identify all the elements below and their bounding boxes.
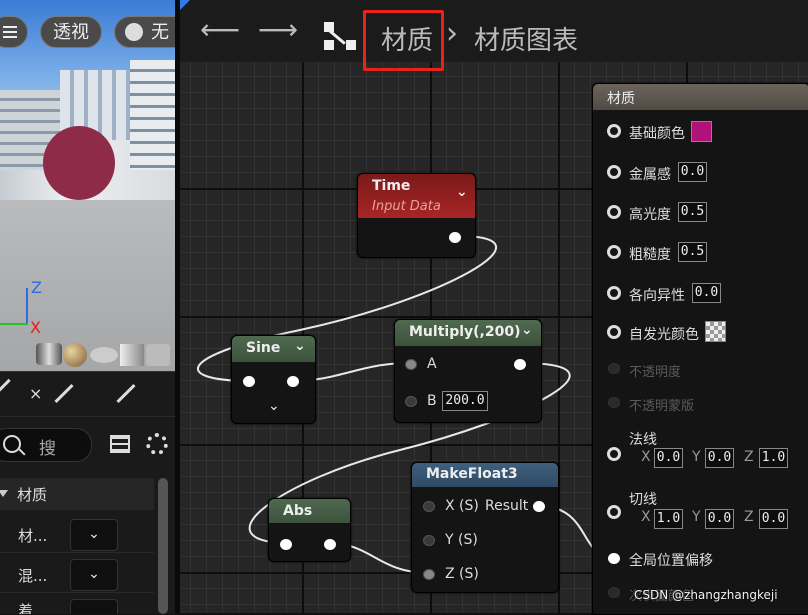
wpo-input-pin[interactable]	[608, 553, 620, 564]
normal-y-label: Y	[692, 449, 701, 465]
input-pin-y[interactable]	[423, 535, 435, 546]
chevron-down-icon[interactable]: ⌄	[521, 322, 533, 338]
input-pin[interactable]	[607, 124, 621, 138]
time-node-title: Time	[372, 178, 411, 194]
metallic-label: 金属感	[629, 167, 671, 183]
input-pin[interactable]	[607, 325, 621, 339]
pin-b-label: B	[427, 393, 437, 409]
output-pin[interactable]	[324, 539, 336, 550]
wpo-label: 全局位置偏移	[629, 553, 713, 569]
output-pin[interactable]	[287, 376, 299, 387]
pin-a-label: A	[427, 356, 437, 372]
pin-result-label: Result	[485, 498, 529, 514]
output-pin[interactable]	[449, 232, 461, 243]
makefloat3-node-title: MakeFloat3	[426, 466, 518, 482]
chevron-down-icon[interactable]: ⌄	[456, 184, 468, 200]
abs-node[interactable]: Abs	[268, 498, 351, 562]
result-output-pin[interactable]	[533, 501, 545, 512]
makefloat3-node-header: MakeFloat3	[412, 463, 558, 487]
base-color-swatch[interactable]	[691, 121, 712, 142]
input-pin[interactable]	[607, 505, 621, 519]
pin-z-label: Z (S)	[445, 566, 479, 582]
opacity-mask-label: 不透明蒙版	[629, 399, 695, 414]
abs-node-title: Abs	[283, 503, 313, 519]
time-node[interactable]: Time Input Data ⌄	[357, 173, 476, 258]
watermark: CSDN @zhangzhangkeji	[634, 588, 778, 602]
normal-z-value[interactable]: 1.0	[759, 448, 788, 468]
chevron-down-icon[interactable]: ⌄	[294, 338, 306, 354]
makefloat3-node[interactable]: MakeFloat3 X (S) Result Y (S) Z (S)	[411, 462, 559, 593]
tangent-label: 切线	[629, 492, 657, 508]
output-pin[interactable]	[514, 359, 526, 370]
sine-node-header: Sine ⌄	[232, 336, 315, 362]
input-pin-x[interactable]	[423, 501, 435, 512]
roughness-value[interactable]: 0.5	[678, 242, 707, 262]
input-pin[interactable]	[280, 539, 292, 550]
tangent-z-label: Z	[744, 509, 754, 525]
input-pin[interactable]	[607, 205, 621, 219]
anisotropy-label: 各向异性	[629, 288, 685, 304]
input-pin-b[interactable]	[405, 396, 417, 407]
specular-label: 高光度	[629, 207, 671, 223]
anisotropy-value[interactable]: 0.0	[692, 283, 721, 303]
pin-x-label: X (S)	[445, 498, 479, 514]
normal-z-label: Z	[744, 449, 754, 465]
normal-x-label: X	[641, 449, 651, 465]
metallic-value[interactable]: 0.0	[678, 162, 707, 182]
input-pin-z[interactable]	[423, 569, 435, 580]
time-node-header: Time Input Data ⌄	[358, 174, 475, 218]
sine-node[interactable]: Sine ⌄ ⌄	[231, 335, 316, 424]
multiply-node[interactable]: Multiply(,200) ⌄ A B 200.0	[394, 319, 542, 423]
sine-node-title: Sine	[246, 340, 281, 356]
material-node-title: 材质	[607, 91, 635, 107]
normal-x-value[interactable]: 0.0	[654, 448, 683, 468]
input-pin[interactable]	[243, 376, 255, 387]
material-result-node[interactable]: 材质 基础颜色 金属感 0.0 高光度 0.5 粗糙度 0.5 各向异性 0.0…	[592, 83, 808, 615]
specular-value[interactable]: 0.5	[678, 202, 707, 222]
input-pin[interactable]	[607, 286, 621, 300]
tangent-y-value[interactable]: 0.0	[705, 509, 734, 529]
input-pin-disabled	[608, 587, 620, 598]
tangent-y-label: Y	[692, 509, 701, 525]
roughness-label: 粗糙度	[629, 247, 671, 263]
tangent-z-value[interactable]: 0.0	[759, 509, 788, 529]
normal-label: 法线	[629, 432, 657, 448]
pin-y-label: Y (S)	[445, 532, 478, 548]
material-node-header: 材质	[593, 84, 808, 110]
input-pin-disabled	[608, 397, 620, 408]
input-pin-a[interactable]	[405, 359, 417, 370]
emissive-color-swatch[interactable]	[705, 321, 726, 342]
tangent-x-value[interactable]: 1.0	[654, 509, 683, 529]
expand-chevron-icon[interactable]: ⌄	[268, 398, 280, 414]
input-pin[interactable]	[607, 447, 621, 461]
input-pin[interactable]	[607, 165, 621, 179]
normal-y-value[interactable]: 0.0	[705, 448, 734, 468]
opacity-label: 不透明度	[629, 365, 682, 380]
input-pin[interactable]	[607, 245, 621, 259]
base-color-label: 基础颜色	[629, 126, 685, 142]
multiply-node-title: Multiply(,200)	[409, 324, 521, 340]
tangent-x-label: X	[641, 509, 651, 525]
emissive-label: 自发光颜色	[629, 327, 699, 343]
input-pin-disabled	[608, 363, 620, 374]
time-node-subtitle: Input Data	[372, 199, 441, 214]
abs-node-header: Abs	[269, 499, 350, 523]
b-value-field[interactable]: 200.0	[442, 391, 488, 411]
multiply-node-header: Multiply(,200) ⌄	[395, 320, 541, 346]
